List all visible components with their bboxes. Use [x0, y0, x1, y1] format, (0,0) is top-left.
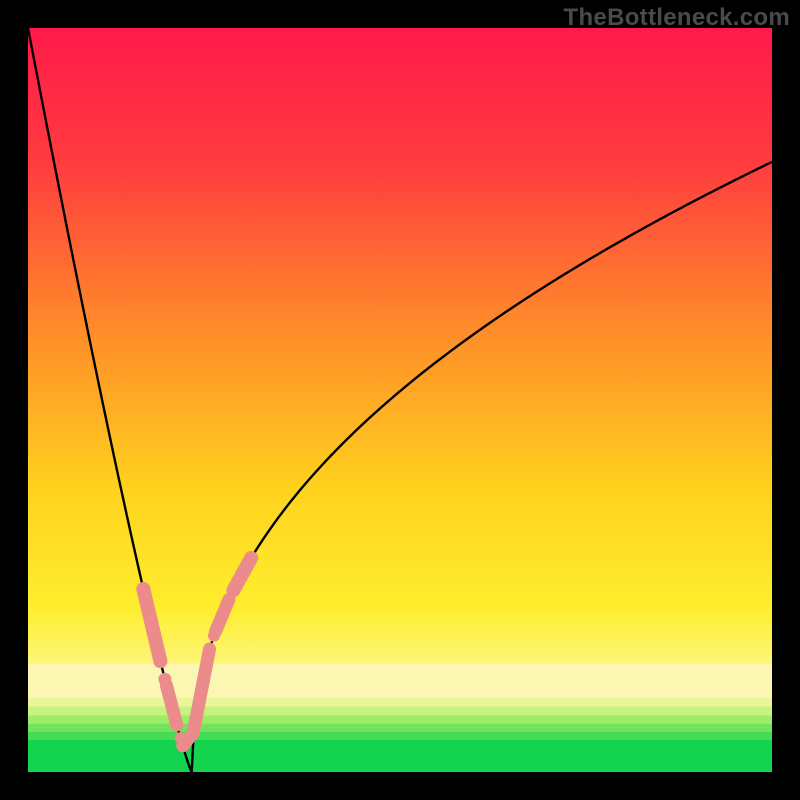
band — [28, 724, 772, 733]
marker-dot — [170, 712, 180, 722]
band — [28, 732, 772, 741]
chart-frame: TheBottleneck.com — [0, 0, 800, 800]
band — [28, 707, 772, 716]
bottleneck-plot — [28, 28, 772, 772]
band — [28, 664, 772, 698]
band — [28, 698, 772, 707]
heat-background — [28, 28, 772, 772]
plot-svg — [28, 28, 772, 772]
bottom-bands — [28, 664, 772, 772]
band — [28, 740, 772, 772]
band — [28, 715, 772, 724]
